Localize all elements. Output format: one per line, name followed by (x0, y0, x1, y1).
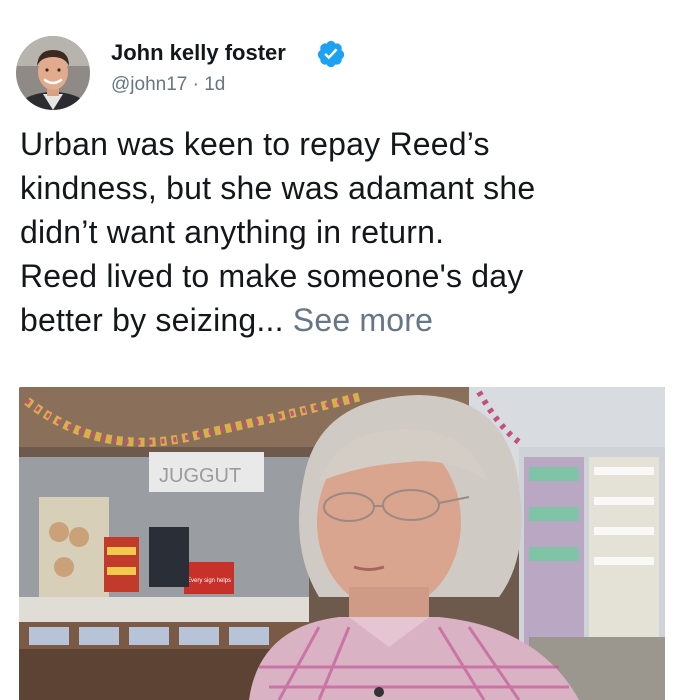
tweet-text-line: kindness, but she was adamant she (20, 170, 536, 206)
avatar-photo (16, 36, 90, 110)
tweet-text-line: Urban was keen to repay Reed’s (20, 126, 490, 162)
tweet-timestamp[interactable]: 1d (204, 74, 225, 95)
tweet-text-fragment: better by seizing... (20, 302, 284, 338)
verified-badge-icon (316, 39, 346, 69)
tweet-card: John kelly foster @john17 · 1d Urban was… (0, 0, 700, 700)
tweet-text-line: didn’t want anything in return. (20, 214, 445, 250)
tweet-text: Urban was keen to repay Reed’s kindness,… (20, 122, 680, 342)
tweet-text-line-last: better by seizing... See more (20, 298, 680, 342)
author-name[interactable]: John kelly foster (111, 40, 286, 66)
store-sign-text: JUGGUT (159, 465, 241, 487)
sticker-text: Every sign helps (187, 578, 231, 584)
handle-separator: · (187, 74, 205, 95)
author-handle[interactable]: @john17 (111, 74, 187, 95)
tweet-text-line: Reed lived to make someone's day (20, 258, 524, 294)
tweet-media-image[interactable]: JUGGUT Every sign helps (19, 387, 665, 700)
store-photo: JUGGUT Every sign helps (19, 387, 665, 700)
handle-line: @john17 · 1d (111, 74, 225, 96)
author-avatar[interactable] (16, 36, 90, 110)
see-more-link[interactable]: See more (293, 302, 433, 338)
